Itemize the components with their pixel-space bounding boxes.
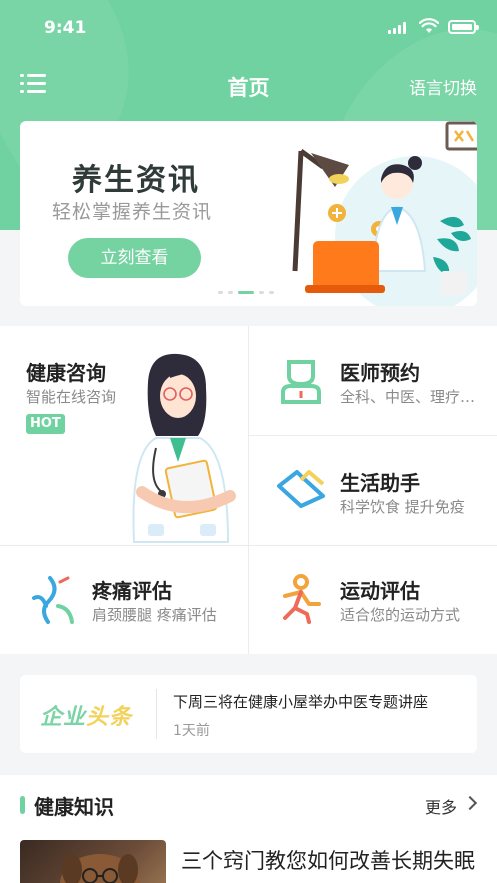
section-title: 健康知识	[34, 795, 114, 819]
service-title: 运动评估	[340, 579, 420, 603]
news-ticker[interactable]: 企业头条 下周三将在健康小屋举办中医专题讲座 1天前	[20, 675, 477, 753]
navigation-bar: 首页 语言切换	[0, 62, 497, 108]
dog-photo	[60, 854, 140, 883]
enterprise-headline-logo: 企业头条	[40, 705, 133, 730]
status-time: 9:41	[44, 18, 87, 38]
divider	[156, 689, 157, 739]
language-switch-button[interactable]: 语言切换	[409, 74, 477, 99]
service-title: 医师预约	[340, 361, 420, 385]
heart-check-icon	[277, 470, 325, 508]
news-headline[interactable]: 下周三将在健康小屋举办中医专题讲座	[173, 691, 428, 712]
service-subtitle: 智能在线咨询	[26, 388, 117, 406]
service-pain-assessment[interactable]: 疼痛评估 肩颈腰腿 疼痛评估	[0, 546, 248, 654]
runner-icon	[283, 574, 321, 624]
section-accent-bar	[20, 796, 25, 814]
promo-banner[interactable]: 养生资讯 轻松掌握养生资讯 立刻查看	[20, 121, 477, 306]
doctor-illustration	[132, 353, 236, 543]
article-thumbnail[interactable]	[20, 840, 166, 883]
service-subtitle: 科学饮食 提升免疫	[340, 498, 465, 516]
view-now-button[interactable]: 立刻查看	[68, 238, 201, 278]
article-title[interactable]: 三个窍门教您如何改善长期失眠	[181, 845, 481, 877]
service-title: 生活助手	[340, 471, 420, 495]
battery-icon	[448, 20, 479, 34]
more-link[interactable]: 更多	[425, 794, 457, 818]
chevron-right-icon[interactable]	[462, 795, 478, 811]
service-subtitle: 适合您的运动方式	[340, 606, 461, 624]
hot-badge: HOT	[26, 414, 65, 434]
service-sport-assessment[interactable]: 运动评估 适合您的运动方式	[249, 546, 497, 654]
services-grid: 健康咨询 智能在线咨询 HOT 医师预约 全科、中医、理疗… 生活助手 科学饮食…	[0, 326, 497, 654]
status-bar: 9:41	[0, 0, 497, 56]
service-subtitle: 肩颈腰腿 疼痛评估	[92, 606, 217, 624]
doctor-laptop-illustration	[292, 121, 477, 306]
service-title: 疼痛评估	[92, 579, 172, 603]
wifi-icon	[419, 18, 439, 33]
health-knowledge-section: 健康知识 更多 三个窍门教您如何改善长期失眠	[0, 775, 497, 883]
service-health-consult[interactable]: 健康咨询 智能在线咨询 HOT	[0, 326, 248, 545]
doctor-icon	[281, 360, 321, 404]
banner-subtitle: 轻松掌握养生资讯	[52, 201, 213, 223]
service-doctor-appointment[interactable]: 医师预约 全科、中医、理疗…	[249, 326, 497, 435]
knee-icon	[32, 576, 74, 624]
banner-title: 养生资讯	[72, 163, 200, 198]
service-life-assistant[interactable]: 生活助手 科学饮食 提升免疫	[249, 436, 497, 545]
cellular-signal-icon	[388, 22, 406, 34]
service-subtitle: 全科、中医、理疗…	[340, 388, 476, 406]
service-title: 健康咨询	[26, 361, 106, 385]
carousel-indicator	[218, 291, 274, 294]
news-time: 1天前	[173, 723, 210, 739]
